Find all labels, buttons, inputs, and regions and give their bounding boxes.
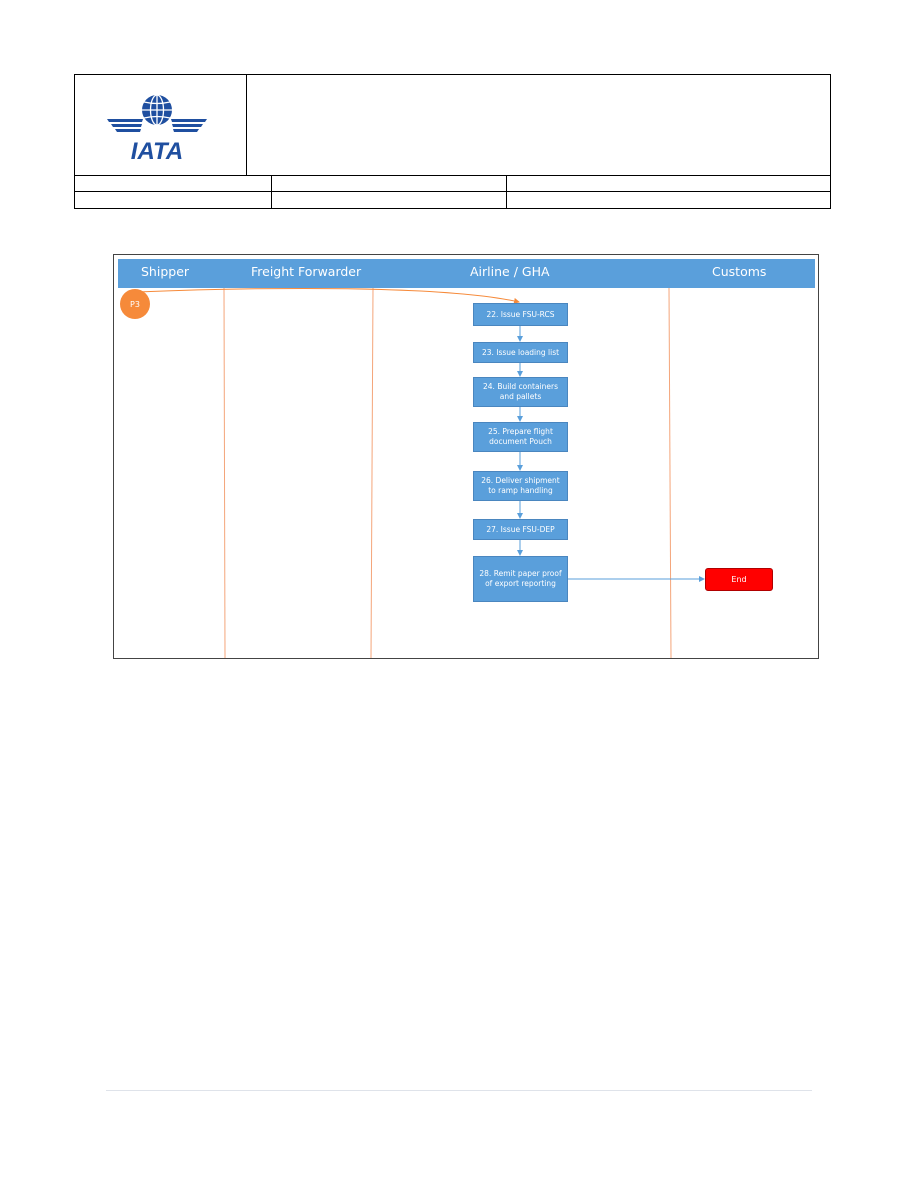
p3-connector-line — [136, 287, 520, 304]
header-row-1 — [74, 175, 831, 192]
swimlane-diagram: Shipper Freight Forwarder Airline / GHA … — [113, 254, 819, 659]
logo-cell: IATA — [74, 74, 247, 176]
lane-title-shipper: Shipper — [141, 264, 190, 279]
process-step-23: 23. Issue loading list — [473, 342, 568, 363]
footer-divider — [106, 1090, 812, 1091]
globe-icon — [142, 94, 172, 126]
process-step-28: 28. Remit paper proof of export reportin… — [473, 556, 568, 602]
diagram-lines — [136, 287, 705, 659]
process-step-25: 25. Prepare flight document Pouch — [473, 422, 568, 452]
document-title-cell — [246, 74, 831, 176]
header-row-2-cell-2 — [271, 192, 507, 208]
header-row-1-cell-3 — [506, 176, 831, 191]
logo-wordmark: IATA — [131, 138, 183, 165]
end-terminal: End — [705, 568, 773, 591]
lane-divider-2 — [370, 287, 374, 659]
iata-logo: IATA — [107, 94, 207, 165]
header-row-1-cell-1 — [75, 176, 271, 191]
lane-divider-1 — [223, 287, 226, 659]
lane-title-customs: Customs — [712, 264, 767, 279]
document-header-table: IATA — [74, 74, 831, 209]
process-step-24: 24. Build containers and pallets — [473, 377, 568, 407]
header-row-1-cell-2 — [271, 176, 507, 191]
lane-title-freight-forwarder: Freight Forwarder — [251, 264, 362, 279]
header-row-2-cell-1 — [75, 192, 271, 208]
process-step-26: 26. Deliver shipment to ramp handling — [473, 471, 568, 501]
start-connector-p3: P3 — [120, 289, 150, 319]
process-step-22: 22. Issue FSU-RCS — [473, 303, 568, 326]
lane-divider-3 — [668, 287, 672, 659]
process-step-27: 27. Issue FSU-DEP — [473, 519, 568, 540]
header-row-2 — [74, 192, 831, 209]
header-row-2-cell-3 — [506, 192, 831, 208]
lane-header-bar — [118, 259, 815, 288]
lane-title-airline-gha: Airline / GHA — [470, 264, 550, 279]
